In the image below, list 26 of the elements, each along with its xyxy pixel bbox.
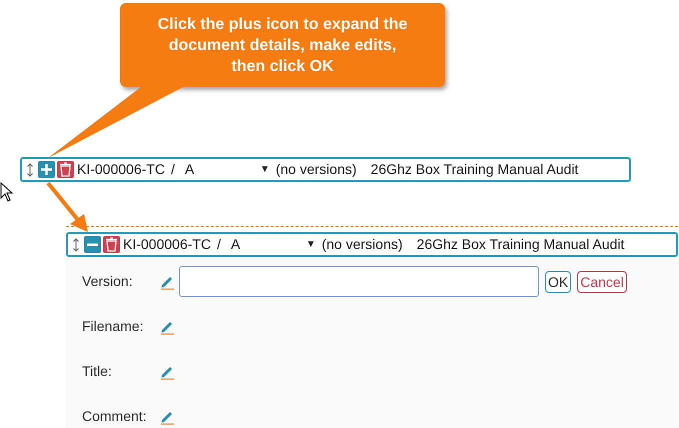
document-title: 26Ghz Box Training Manual Audit (370, 160, 578, 179)
callout-text: Click the plus icon to expand the document details, make edits, then click OK (156, 14, 408, 76)
dropdown-caret[interactable]: ▼ (306, 237, 316, 252)
field-label: Comment: (82, 407, 148, 426)
trash-icon[interactable] (57, 161, 74, 178)
field-label: Title: (82, 362, 113, 381)
separator: / (216, 235, 221, 254)
document-code: KI-000006-TC (123, 235, 211, 254)
versions-text: (no versions) (322, 235, 403, 254)
field-label: Version: (82, 272, 134, 291)
separator: / (170, 160, 175, 179)
field-label: Filename: (82, 317, 144, 336)
reorder-icon[interactable] (72, 238, 80, 252)
cancel-button[interactable]: Cancel (577, 270, 627, 292)
document-code: KI-000006-TC (77, 160, 165, 179)
dropdown-caret[interactable]: ▼ (260, 162, 270, 177)
ok-button[interactable]: OK (545, 270, 572, 292)
trash-icon[interactable] (103, 236, 120, 253)
document-title: 26Ghz Box Training Manual Audit (416, 235, 624, 254)
version-field[interactable] (179, 266, 539, 297)
collapse-icon[interactable] (84, 236, 101, 253)
revision-text: A (230, 235, 242, 254)
expand-icon[interactable] (38, 161, 55, 178)
reorder-icon[interactable] (26, 162, 34, 176)
revision-text: A (184, 160, 196, 179)
versions-text: (no versions) (276, 160, 357, 179)
